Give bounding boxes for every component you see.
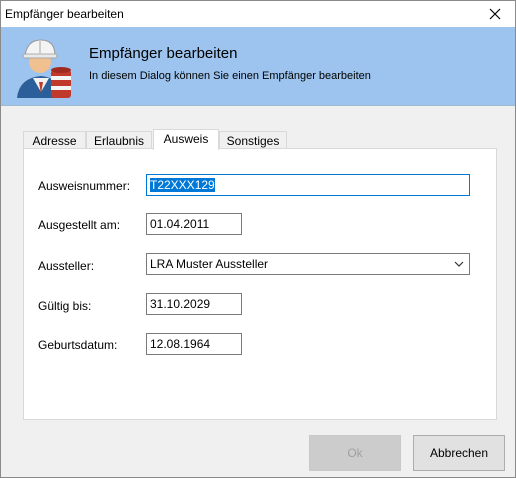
tab-sonstiges[interactable]: Sonstiges	[219, 131, 287, 149]
title-bar: Empfänger bearbeiten	[1, 1, 515, 27]
tab-ausweis[interactable]: Ausweis	[153, 129, 219, 150]
dialog-window: Empfänger bearbeiten Empfänger bearbeite…	[0, 0, 516, 478]
header-banner: Empfänger bearbeiten In diesem Dialog kö…	[1, 27, 515, 106]
ok-button[interactable]: Ok	[309, 435, 401, 471]
aussteller-label: Aussteller:	[38, 259, 95, 273]
aussteller-select[interactable]: LRA Muster Aussteller	[146, 253, 470, 275]
gueltig-label: Gültig bis:	[38, 299, 92, 313]
worker-hardhat-icon	[17, 39, 71, 98]
ausgestellt-input[interactable]: 01.04.2011	[146, 213, 242, 235]
window-title: Empfänger bearbeiten	[5, 7, 124, 21]
tab-erlaubnis[interactable]: Erlaubnis	[86, 131, 152, 149]
aussteller-value: LRA Muster Aussteller	[150, 257, 269, 271]
ausweisnummer-label: Ausweisnummer:	[38, 179, 131, 193]
header-subtitle: In diesem Dialog können Sie einen Empfän…	[89, 70, 371, 82]
ausweisnummer-value: T22XXX129	[150, 178, 215, 192]
header-title: Empfänger bearbeiten	[89, 45, 238, 62]
tab-panel-ausweis: Ausweisnummer: T22XXX129 Ausgestellt am:…	[23, 148, 497, 420]
geburtsdatum-input[interactable]: 12.08.1964	[146, 333, 242, 355]
geburtsdatum-label: Geburtsdatum:	[38, 338, 118, 352]
ausgestellt-label: Ausgestellt am:	[38, 218, 121, 232]
cancel-button[interactable]: Abbrechen	[413, 435, 505, 471]
close-icon	[489, 8, 501, 20]
gueltig-input[interactable]: 31.10.2029	[146, 293, 242, 315]
ausweisnummer-input[interactable]: T22XXX129	[146, 174, 470, 196]
chevron-down-icon	[454, 261, 464, 267]
close-button[interactable]	[475, 1, 515, 27]
tab-adresse[interactable]: Adresse	[23, 131, 86, 149]
